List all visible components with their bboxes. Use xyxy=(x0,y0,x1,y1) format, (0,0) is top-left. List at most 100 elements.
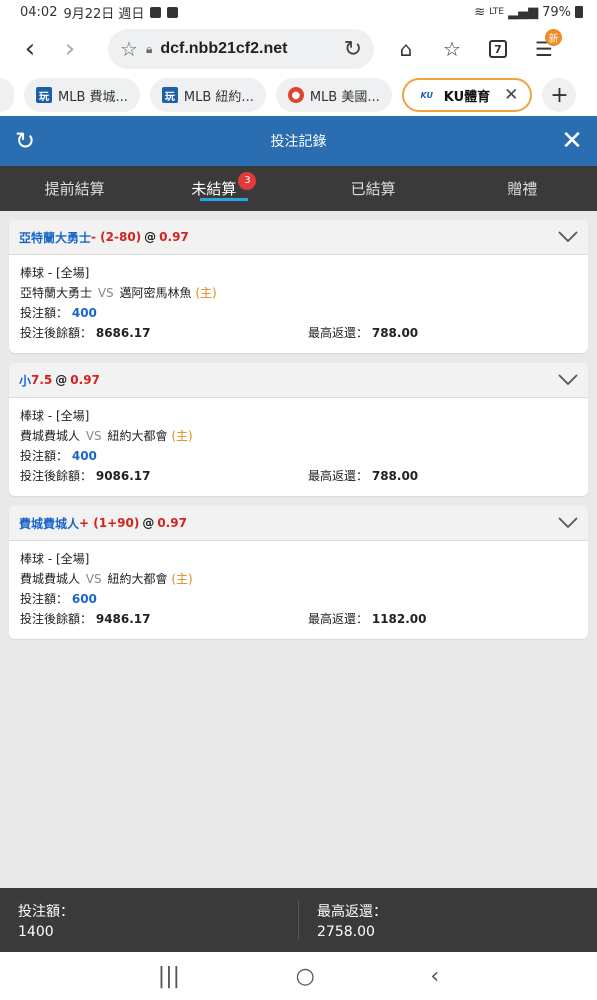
new-tab-button[interactable]: + xyxy=(542,78,577,112)
close-button[interactable]: ✕ xyxy=(547,126,597,156)
max-return-label: 最高返還： xyxy=(308,326,369,340)
chevron-down-icon[interactable] xyxy=(558,513,578,533)
home-team: 費城費城人 xyxy=(20,429,81,443)
browser-tab-label: MLB 紐約... xyxy=(183,89,254,105)
system-nav-bar: ||| ○ ‹ xyxy=(0,952,597,1000)
status-time: 04:02 xyxy=(20,4,58,20)
at-symbol: @ xyxy=(55,373,68,387)
reload-icon[interactable]: ↻ xyxy=(344,37,362,62)
bet-handicap: - (2-80) xyxy=(91,230,142,244)
vs-label: VS xyxy=(85,429,102,443)
balance-value: 9486.17 xyxy=(95,612,151,626)
max-return-label: 最高返還： xyxy=(308,612,369,626)
lock-icon[interactable]: 🔒︎ xyxy=(146,42,152,57)
stake-label: 投注額： xyxy=(20,449,69,463)
unsettled-count-badge: 3 xyxy=(238,171,257,190)
match-line: 費城費城人 VS 紐約大都會 (主) xyxy=(20,569,578,589)
stake-label: 投注額： xyxy=(20,306,69,320)
refresh-icon: ↻ xyxy=(14,127,36,155)
menu-button[interactable]: ☰ 新 xyxy=(528,29,562,65)
vs-label: VS xyxy=(85,572,102,586)
site-favicon-icon: 玩 xyxy=(161,87,178,103)
url-text[interactable]: dcf.nbb21cf2.net xyxy=(160,40,287,58)
bet-card-header[interactable]: 小 7.5 @ 0.97 xyxy=(9,363,588,398)
app-header: ↻ 投注記錄 ✕ xyxy=(0,116,597,166)
status-date: 9月22日 週日 xyxy=(63,6,145,22)
refresh-button[interactable]: ↻ xyxy=(0,127,50,155)
bet-card-header[interactable]: 費城費城人 + (1+90) @ 0.97 xyxy=(9,506,588,541)
bet-selection: 費城費城人 xyxy=(19,516,80,531)
sport-line: 棒球 - [全場] xyxy=(20,552,90,566)
bet-card: 小 7.5 @ 0.97 棒球 - [全場] 費城費城人 VS 紐約大都會 (主… xyxy=(9,363,588,496)
chevron-down-icon[interactable] xyxy=(558,370,578,390)
total-return-label: 最高返還： xyxy=(317,904,387,920)
tab-label: 贈禮 xyxy=(507,180,538,198)
sport-line: 棒球 - [全場] xyxy=(20,409,90,423)
gallery-icon xyxy=(150,6,162,18)
tab-label: 未結算 xyxy=(191,180,237,198)
bookmarks-button[interactable]: ☆ xyxy=(436,33,468,65)
max-return-label: 最高返還： xyxy=(308,469,369,483)
stake-label: 投注額： xyxy=(20,592,69,606)
tabs-button[interactable]: 7 xyxy=(482,33,514,65)
signal-icon: ▂▄▆ xyxy=(508,4,539,20)
stake-line: 投注額： 400 xyxy=(20,303,578,323)
home-circle-icon[interactable]: ○ xyxy=(296,964,315,989)
status-bar: 04:02 9月22日 週日 ≋ LTE ▂▄▆ 79% xyxy=(0,0,597,24)
browser-tab-ku[interactable]: KU KU體育 ✕ xyxy=(401,78,533,112)
stake-value: 400 xyxy=(71,306,97,320)
browser-tab-mlb-ny[interactable]: 玩 MLB 紐約... xyxy=(149,78,266,112)
away-team: 邁阿密馬林魚 xyxy=(119,286,192,300)
total-return: 最高返還： 2758.00 xyxy=(298,900,597,940)
browser-tab-partial[interactable] xyxy=(0,78,14,112)
browser-tab-mlb-philly[interactable]: 玩 MLB 費城... xyxy=(24,78,140,112)
total-return-value: 2758.00 xyxy=(317,924,375,940)
plus-icon: + xyxy=(550,82,569,108)
bet-card-body: 棒球 - [全場] 費城費城人 VS 紐約大都會 (主) 投注額： 600 投注… xyxy=(9,541,588,639)
active-tab-indicator xyxy=(199,198,248,201)
tab-count: 7 xyxy=(489,40,507,58)
stake-value: 600 xyxy=(71,592,97,606)
wifi-icon: ≋ xyxy=(474,4,486,20)
bookmark-star-icon[interactable]: ☆ xyxy=(120,37,138,61)
close-tab-icon[interactable]: ✕ xyxy=(504,85,518,105)
away-team: 紐約大都會 xyxy=(107,572,168,586)
browser-tab-strip: 玩 MLB 費城... 玩 MLB 紐約... ● MLB 美國... KU K… xyxy=(0,74,597,116)
site-favicon-icon: 玩 xyxy=(36,87,52,103)
bet-odds: 0.97 xyxy=(157,516,187,530)
forward-button[interactable]: › xyxy=(50,29,90,69)
bet-card-header[interactable]: 亞特蘭大勇士 - (2-80) @ 0.97 xyxy=(9,220,588,255)
back-button[interactable]: ‹ xyxy=(10,29,50,69)
back-chevron-icon[interactable]: ‹ xyxy=(430,964,439,989)
bet-selection: 小 xyxy=(19,373,32,388)
recent-apps-icon[interactable]: ||| xyxy=(158,964,180,989)
balance-return-line: 投注後餘額： 9086.17 最高返還： 788.00 xyxy=(20,466,578,486)
home-button[interactable]: ⌂ xyxy=(390,33,422,65)
chevron-down-icon[interactable] xyxy=(558,227,578,247)
balance-return-line: 投注後餘額： 8686.17 最高返還： 788.00 xyxy=(20,323,578,343)
browser-tab-label: KU體育 xyxy=(443,89,491,105)
battery-level: 79% xyxy=(542,4,571,20)
tab-early-settle[interactable]: 提前結算 xyxy=(0,166,149,211)
chevron-left-icon: ‹ xyxy=(24,34,36,64)
tab-label: 已結算 xyxy=(350,180,396,198)
battery-icon xyxy=(575,6,583,18)
tab-settled[interactable]: 已結算 xyxy=(299,166,448,211)
tab-label: 提前結算 xyxy=(44,180,105,198)
balance-return-line: 投注後餘額： 9486.17 最高返還： 1182.00 xyxy=(20,609,578,629)
bet-handicap: + (1+90) xyxy=(79,516,140,530)
browser-tab-mlb-us[interactable]: ● MLB 美國... xyxy=(275,78,392,112)
browser-tab-label: MLB 費城... xyxy=(58,89,128,105)
tab-gifts[interactable]: 贈禮 xyxy=(448,166,597,211)
max-return-value: 788.00 xyxy=(371,326,419,340)
address-bar[interactable]: ☆ 🔒︎ dcf.nbb21cf2.net ↻ xyxy=(108,29,374,69)
bet-record-tabs: 提前結算 未結算 3 已結算 贈禮 xyxy=(0,166,597,211)
match-line: 費城費城人 VS 紐約大都會 (主) xyxy=(20,426,578,446)
balance-value: 8686.17 xyxy=(95,326,151,340)
tab-unsettled[interactable]: 未結算 3 xyxy=(149,166,298,211)
bet-card-body: 棒球 - [全場] 亞特蘭大勇士 VS 邁阿密馬林魚 (主) 投注額： 400 … xyxy=(9,255,588,353)
browser-toolbar: ‹ › ☆ 🔒︎ dcf.nbb21cf2.net ↻ ⌂ ☆ 7 ☰ 新 xyxy=(0,24,597,74)
chevron-right-icon: › xyxy=(64,34,76,64)
total-stake: 投注額： 1400 xyxy=(0,888,298,952)
stake-value: 400 xyxy=(71,449,97,463)
